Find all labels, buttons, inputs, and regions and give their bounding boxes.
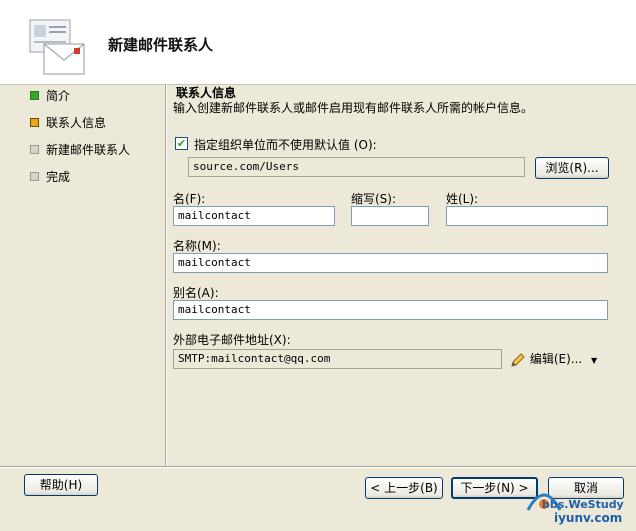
external-email-label: 外部电子邮件地址(X): [173,333,291,347]
chevron-down-icon: ▼ [591,356,598,365]
browse-button[interactable]: 浏览(R)... [535,157,609,179]
section-description: 输入创建新邮件联系人或邮件启用现有邮件联系人所需的帐户信息。 [173,101,534,115]
last-name-label: 姓(L): [446,192,479,206]
step-status-icon [30,145,39,154]
initials-input[interactable] [351,206,429,226]
edit-label: 编辑(E)... [529,352,583,366]
step-status-icon [30,172,39,181]
alias-input[interactable]: mailcontact [173,300,608,320]
wizard-header: 新建邮件联系人 [0,0,636,85]
watermark-line-1: bbs.WeStudy [542,498,624,511]
back-button[interactable]: < 上一步(B) [365,477,443,499]
name-label: 名称(M): [173,239,221,253]
site-watermark: bbs.WeStudy iyunv.com [524,482,636,531]
sidebar-divider [165,84,166,466]
help-button[interactable]: 帮助(H) [24,474,98,496]
wizard-title: 新建邮件联系人 [108,36,214,54]
ou-checkbox-label[interactable]: 指定组织单位而不使用默认值 (O): [194,136,377,153]
mail-contact-wizard-icon [29,19,85,75]
external-email-field[interactable]: SMTP:mailcontact@qq.com [173,349,502,369]
step-label: 新建邮件联系人 [46,143,131,157]
last-name-input[interactable] [446,206,608,226]
step-status-icon [30,118,39,127]
first-name-label: 名(F): [173,192,206,206]
name-input[interactable]: mailcontact [173,253,608,273]
check-icon: ✔ [176,137,187,150]
pencil-icon [511,352,525,367]
initials-label: 缩写(S): [351,192,397,206]
alias-label: 别名(A): [173,286,219,300]
step-status-icon [30,91,39,100]
first-name-input[interactable]: mailcontact [173,206,335,226]
footer-divider [0,466,636,467]
step-label: 完成 [46,170,71,184]
step-label: 简介 [46,89,71,103]
watermark-line-2: iyunv.com [554,511,623,525]
ou-checkbox[interactable]: ✔ [175,137,188,150]
step-label: 联系人信息 [46,116,107,130]
ou-path-field[interactable]: source.com/Users [188,157,525,177]
edit-email-dropdown[interactable]: 编辑(E)... ▼ [510,350,597,368]
